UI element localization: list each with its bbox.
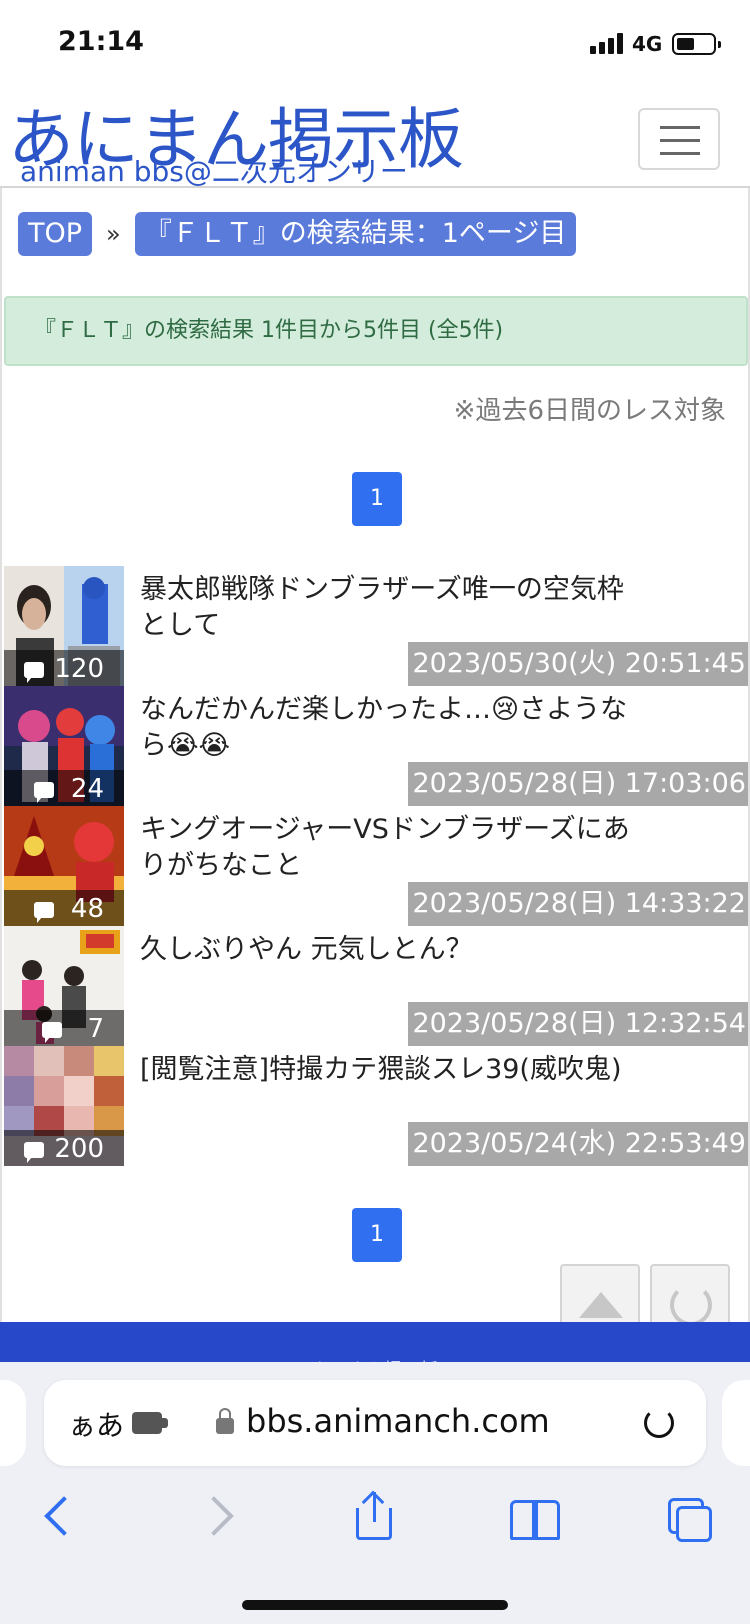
thread-title[interactable]: 暴太郎戦隊ドンブラザーズ唯一の空気枠として	[140, 572, 650, 644]
network-type: 4G	[632, 32, 663, 56]
home-indicator	[242, 1600, 508, 1610]
thread-date: 2023/05/28(日) 17:03:06	[408, 762, 748, 806]
browser-chrome: ぁあ bbs.animanch.com	[0, 1362, 750, 1624]
status-time: 21:14	[58, 26, 144, 57]
comment-icon	[24, 1142, 44, 1163]
thread-list: 120 暴太郎戦隊ドンブラザーズ唯一の空気枠として 2023/05/30(火) …	[4, 566, 748, 1166]
thread-thumbnail[interactable]: 120	[4, 566, 124, 686]
share-icon[interactable]	[350, 1490, 400, 1542]
extension-icon[interactable]	[132, 1412, 168, 1434]
thread-title[interactable]: 久しぶりやん 元気しとん？	[140, 932, 650, 968]
thread-date: 2023/05/28(日) 14:33:22	[408, 882, 748, 926]
thread-date: 2023/05/28(日) 12:32:54	[408, 1002, 748, 1046]
browser-toolbar	[0, 1474, 750, 1554]
thread-title[interactable]: [閲覧注意]特撮カテ猥談スレ39(威吹鬼)	[140, 1052, 650, 1088]
pagination-page-button-bottom[interactable]: 1	[352, 1208, 402, 1262]
reply-count: 120	[54, 654, 104, 684]
next-tab-peek[interactable]	[722, 1380, 750, 1466]
bookmarks-icon[interactable]	[508, 1492, 560, 1542]
main-content: TOP » 『ＦＬＴ』の検索結果：1ページ目 『ＦＬＴ』の検索結果 1件目から5…	[0, 188, 750, 1324]
reply-count: 48	[70, 894, 104, 924]
breadcrumb: TOP » 『ＦＬＴ』の検索結果：1ページ目	[18, 212, 577, 256]
breadcrumb-current[interactable]: 『ＦＬＴ』の検索結果：1ページ目	[134, 212, 577, 256]
back-icon[interactable]	[38, 1492, 88, 1542]
reply-count: 200	[54, 1134, 104, 1164]
tabs-icon[interactable]	[664, 1492, 714, 1542]
site-header: あにまん掲示板 animan bbs@二次元オンリー	[0, 90, 750, 188]
status-bar: 21:14 4G	[0, 0, 750, 90]
url-text[interactable]: bbs.animanch.com	[246, 1402, 550, 1440]
thread-thumbnail[interactable]: 24	[4, 686, 124, 806]
search-result-summary: 『ＦＬＴ』の検索結果 1件目から5件目 (全5件)	[4, 296, 748, 366]
thread-item[interactable]: 24 なんだかんだ楽しかったよ…😢さようなら😭😭 2023/05/28(日) 1…	[4, 686, 748, 806]
comment-icon	[34, 782, 54, 803]
search-scope-note: ※過去6日間のレス対象	[453, 396, 726, 426]
reply-count: 7	[87, 1014, 104, 1044]
reload-icon	[670, 1284, 712, 1326]
thread-title[interactable]: キングオージャーVSドンブラザーズにありがちなこと	[140, 812, 650, 884]
thread-thumbnail[interactable]: 48	[4, 806, 124, 926]
comment-icon	[34, 902, 54, 923]
reader-options-button[interactable]: ぁあ	[68, 1404, 124, 1444]
page: 21:14 4G あにまん掲示板 animan bbs@二次元オンリー TOP …	[0, 0, 750, 1624]
breadcrumb-separator: »	[106, 220, 121, 248]
thread-item[interactable]: 7 久しぶりやん 元気しとん？ 2023/05/28(日) 12:32:54	[4, 926, 748, 1046]
battery-icon	[672, 33, 721, 55]
cellular-signal-icon	[590, 32, 626, 54]
thread-thumbnail[interactable]: 7	[4, 926, 124, 1046]
thread-item[interactable]: 200 [閲覧注意]特撮カテ猥談スレ39(威吹鬼) 2023/05/24(水) …	[4, 1046, 748, 1166]
breadcrumb-top-link[interactable]: TOP	[18, 212, 93, 256]
thread-item[interactable]: 48 キングオージャーVSドンブラザーズにありがちなこと 2023/05/28(…	[4, 806, 748, 926]
hamburger-menu-button[interactable]	[638, 108, 720, 170]
reply-count: 24	[70, 774, 104, 804]
thread-title[interactable]: なんだかんだ楽しかったよ…😢さようなら😭😭	[140, 692, 650, 764]
reload-icon[interactable]	[644, 1408, 674, 1438]
thread-item[interactable]: 120 暴太郎戦隊ドンブラザーズ唯一の空気枠として 2023/05/30(火) …	[4, 566, 748, 686]
previous-tab-peek[interactable]	[0, 1380, 26, 1466]
arrow-up-icon	[579, 1292, 623, 1318]
thread-date: 2023/05/30(火) 20:51:45	[408, 642, 748, 686]
thread-thumbnail[interactable]: 200	[4, 1046, 124, 1166]
address-bar[interactable]: ぁあ bbs.animanch.com	[44, 1380, 706, 1466]
comment-icon	[42, 1022, 62, 1043]
site-logo-subtitle: animan bbs@二次元オンリー	[20, 155, 408, 188]
comment-icon	[24, 662, 44, 683]
forward-icon[interactable]	[192, 1492, 242, 1542]
pagination-page-button[interactable]: 1	[352, 472, 402, 526]
lock-icon	[216, 1408, 234, 1434]
thread-date: 2023/05/24(水) 22:53:49	[408, 1122, 748, 1166]
menu-icon	[660, 126, 700, 129]
